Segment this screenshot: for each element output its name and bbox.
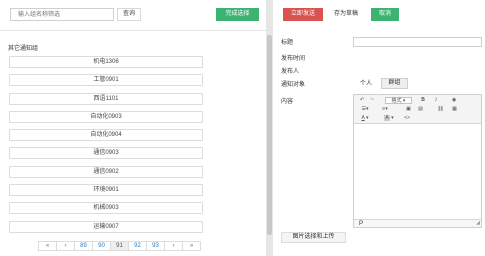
bold-icon[interactable]: B bbox=[419, 97, 427, 104]
divider bbox=[0, 30, 266, 31]
search-button[interactable]: 查询 bbox=[117, 8, 141, 21]
group-item[interactable]: 运输0907 bbox=[9, 220, 203, 233]
group-item[interactable]: 通信0903 bbox=[9, 147, 203, 160]
done-selection-button[interactable]: 完成选择 bbox=[216, 8, 259, 21]
group-item[interactable]: 环境0901 bbox=[9, 184, 203, 197]
scrollbar-thumb[interactable] bbox=[267, 35, 272, 235]
page-number-button[interactable]: 89 bbox=[74, 241, 93, 251]
background-color-icon[interactable]: A ▾ bbox=[382, 115, 396, 122]
publish-time-label: 发布时间 bbox=[281, 56, 306, 62]
group-section-title: 其它通知组 bbox=[8, 46, 39, 52]
target-option-personal[interactable]: 个人 bbox=[353, 79, 379, 89]
text-color-icon[interactable]: A ▾ bbox=[358, 115, 372, 122]
eye-icon[interactable]: ◉ bbox=[449, 97, 459, 104]
pagination: « ‹ 89 90 91 92 93 › » bbox=[38, 241, 201, 251]
publisher-label: 发布人 bbox=[281, 69, 300, 75]
image-upload-button[interactable]: 图片选择和上传 bbox=[281, 232, 346, 243]
page-first-button[interactable]: « bbox=[38, 241, 57, 251]
group-item[interactable]: 机械0903 bbox=[9, 202, 203, 215]
resize-handle-icon[interactable]: ◢ bbox=[476, 220, 480, 226]
italic-icon[interactable]: I bbox=[432, 97, 440, 104]
group-item[interactable]: 自动化0903 bbox=[9, 110, 203, 123]
group-item[interactable]: 通信0902 bbox=[9, 165, 203, 178]
publish-now-button[interactable]: 立即发送 bbox=[283, 8, 323, 21]
save-draft-button[interactable]: 存为草稿 bbox=[328, 8, 364, 21]
format-dropdown[interactable]: 格式 ▾ bbox=[385, 97, 412, 104]
page-number-button[interactable]: 93 bbox=[146, 241, 165, 251]
unordered-list-icon[interactable]: ☰▾ bbox=[358, 106, 372, 113]
cancel-button[interactable]: 取消 bbox=[371, 8, 399, 21]
group-item[interactable]: 工管0901 bbox=[9, 74, 203, 87]
target-option-group[interactable]: 群组 bbox=[381, 78, 408, 89]
page-prev-button[interactable]: ‹ bbox=[56, 241, 75, 251]
page-last-button[interactable]: » bbox=[182, 241, 201, 251]
group-search-input[interactable] bbox=[10, 8, 114, 21]
table-icon[interactable]: ▤ bbox=[416, 106, 425, 113]
page-current-button[interactable]: 91 bbox=[110, 241, 129, 251]
code-icon[interactable]: <> bbox=[402, 115, 412, 122]
rich-text-editor: ↶ ↷ 格式 ▾ B I ◉ ☰▾ ≡▾ ▣ ▤ ⛓ ▦ A ▾ A ▾ <> … bbox=[353, 94, 482, 228]
link-icon[interactable]: ⛓ bbox=[436, 106, 445, 113]
content-label: 内容 bbox=[281, 99, 294, 105]
editor-path: P bbox=[359, 221, 364, 227]
title-label: 标题 bbox=[281, 40, 294, 46]
title-input[interactable] bbox=[353, 37, 482, 47]
group-item[interactable]: 机电1306 bbox=[9, 56, 203, 68]
page-next-button[interactable]: › bbox=[164, 241, 183, 251]
redo-icon[interactable]: ↷ bbox=[368, 97, 376, 104]
editor-toolbar: ↶ ↷ 格式 ▾ B I ◉ ☰▾ ≡▾ ▣ ▤ ⛓ ▦ A ▾ A ▾ <> bbox=[354, 95, 481, 124]
group-list: 机电1306 工管0901 西语1101 自动化0903 自动化0904 通信0… bbox=[9, 56, 203, 239]
page-number-button[interactable]: 92 bbox=[128, 241, 147, 251]
undo-icon[interactable]: ↶ bbox=[358, 97, 366, 104]
format-label: 格式 bbox=[391, 98, 402, 104]
group-item[interactable]: 西语1101 bbox=[9, 92, 203, 105]
group-item[interactable]: 自动化0904 bbox=[9, 129, 203, 142]
target-label: 通知对象 bbox=[281, 82, 306, 88]
page-number-button[interactable]: 90 bbox=[92, 241, 111, 251]
editor-statusbar: P bbox=[354, 219, 481, 227]
ordered-list-icon[interactable]: ≡▾ bbox=[378, 106, 392, 113]
image-icon[interactable]: ▣ bbox=[404, 106, 413, 113]
media-icon[interactable]: ▦ bbox=[450, 106, 459, 113]
